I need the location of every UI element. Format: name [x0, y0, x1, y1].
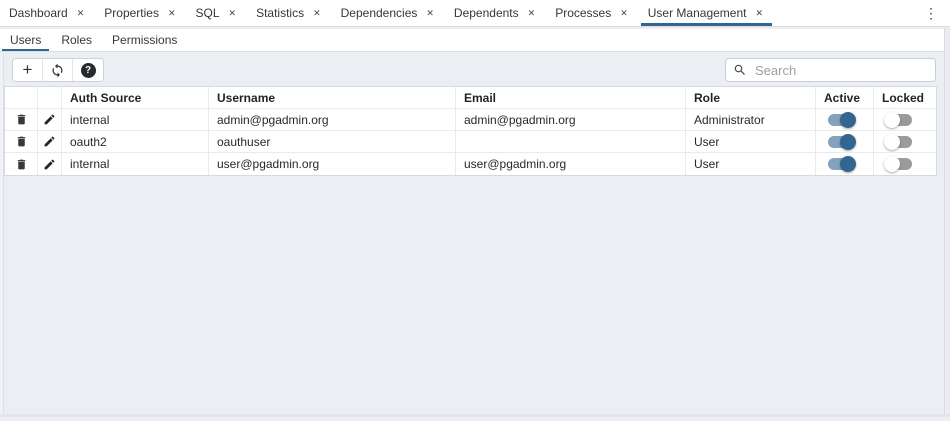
- cell-locked: [874, 153, 936, 175]
- help-button[interactable]: ?: [73, 59, 103, 81]
- table-row: internal user@pgadmin.org user@pgadmin.o…: [5, 153, 936, 175]
- trash-icon: [15, 158, 28, 171]
- table-row: oauth2 oauthuser User: [5, 131, 936, 153]
- trash-icon: [15, 113, 28, 126]
- column-header-edit: [38, 87, 62, 108]
- cell-email: user@pgadmin.org: [456, 153, 686, 175]
- close-icon[interactable]: ✕: [753, 7, 765, 20]
- active-toggle[interactable]: [826, 156, 856, 172]
- users-table: Auth Source Username Email Role Active L…: [4, 86, 937, 176]
- cell-active: [816, 153, 874, 175]
- tab-label: Processes: [555, 6, 611, 20]
- tab-permissions[interactable]: Permissions: [102, 29, 187, 51]
- tab-label: Permissions: [112, 33, 177, 47]
- active-toggle[interactable]: [826, 134, 856, 150]
- column-header-email: Email: [456, 87, 686, 108]
- locked-toggle[interactable]: [884, 134, 914, 150]
- delete-user-button[interactable]: [5, 131, 38, 152]
- add-user-button[interactable]: +: [13, 59, 43, 81]
- refresh-icon: [50, 63, 65, 78]
- trash-icon: [15, 135, 28, 148]
- tab-sql[interactable]: SQL ✕: [187, 0, 248, 26]
- users-toolbar: + ?: [12, 58, 937, 82]
- cell-username: oauthuser: [209, 131, 456, 152]
- table-row: internal admin@pgadmin.org admin@pgadmin…: [5, 109, 936, 131]
- locked-toggle[interactable]: [884, 112, 914, 128]
- tab-label: SQL: [196, 6, 220, 20]
- panel-left-edge: [0, 54, 4, 414]
- search-box: [725, 58, 936, 82]
- close-icon[interactable]: ✕: [227, 7, 239, 20]
- tab-label: Dependents: [454, 6, 519, 20]
- column-header-auth-source: Auth Source: [62, 87, 209, 108]
- delete-user-button[interactable]: [5, 153, 38, 175]
- column-header-locked: Locked: [874, 87, 936, 108]
- cell-role: User: [686, 153, 816, 175]
- close-icon[interactable]: ✕: [311, 7, 323, 20]
- pencil-icon: [43, 135, 56, 148]
- toolbar-button-group: + ?: [12, 58, 104, 82]
- cell-locked: [874, 131, 936, 152]
- tab-properties[interactable]: Properties ✕: [95, 0, 186, 26]
- user-management-tabbar: Users Roles Permissions: [0, 29, 950, 52]
- tab-label: Dependencies: [341, 6, 418, 20]
- tab-user-management[interactable]: User Management ✕: [639, 0, 774, 26]
- tab-processes[interactable]: Processes ✕: [546, 0, 639, 26]
- search-icon: [733, 63, 747, 77]
- pencil-icon: [43, 113, 56, 126]
- users-panel: + ?: [0, 58, 950, 421]
- cell-username: admin@pgadmin.org: [209, 109, 456, 130]
- tab-label: User Management: [648, 6, 747, 20]
- tab-label: Statistics: [256, 6, 304, 20]
- cell-active: [816, 109, 874, 130]
- cell-locked: [874, 109, 936, 130]
- close-icon[interactable]: ✕: [424, 7, 436, 20]
- close-icon[interactable]: ✕: [166, 7, 178, 20]
- plus-icon: +: [23, 61, 33, 78]
- delete-user-button[interactable]: [5, 109, 38, 130]
- tab-dependencies[interactable]: Dependencies ✕: [332, 0, 445, 26]
- tab-label: Dashboard: [9, 6, 68, 20]
- cell-username: user@pgadmin.org: [209, 153, 456, 175]
- tab-roles[interactable]: Roles: [51, 29, 102, 51]
- tab-dashboard[interactable]: Dashboard ✕: [0, 0, 95, 26]
- tab-label: Roles: [61, 33, 92, 47]
- close-icon[interactable]: ✕: [618, 7, 630, 20]
- active-toggle[interactable]: [826, 112, 856, 128]
- edit-user-button[interactable]: [38, 153, 62, 175]
- more-options-icon[interactable]: ⋮: [924, 4, 938, 22]
- tab-label: Users: [10, 33, 41, 47]
- editor-tabbar: Dashboard ✕ Properties ✕ SQL ✕ Statistic…: [0, 0, 950, 27]
- search-input[interactable]: [753, 62, 928, 79]
- locked-toggle[interactable]: [884, 156, 914, 172]
- refresh-button[interactable]: [43, 59, 73, 81]
- close-icon[interactable]: ✕: [526, 7, 538, 20]
- edit-user-button[interactable]: [38, 131, 62, 152]
- help-icon: ?: [81, 63, 96, 78]
- table-header-row: Auth Source Username Email Role Active L…: [5, 87, 936, 109]
- column-header-delete: [5, 87, 38, 108]
- column-header-username: Username: [209, 87, 456, 108]
- edit-user-button[interactable]: [38, 109, 62, 130]
- tab-statistics[interactable]: Statistics ✕: [247, 0, 332, 26]
- close-icon[interactable]: ✕: [75, 7, 87, 20]
- scrollbar-track: [944, 28, 950, 417]
- tab-dependents[interactable]: Dependents ✕: [445, 0, 546, 26]
- column-header-role: Role: [686, 87, 816, 108]
- tab-users[interactable]: Users: [0, 29, 51, 51]
- cell-email: [456, 131, 686, 152]
- cell-role: Administrator: [686, 109, 816, 130]
- cell-email: admin@pgadmin.org: [456, 109, 686, 130]
- cell-auth-source: internal: [62, 109, 209, 130]
- pencil-icon: [43, 158, 56, 171]
- user-management-window: Dashboard ✕ Properties ✕ SQL ✕ Statistic…: [0, 0, 950, 417]
- cell-role: User: [686, 131, 816, 152]
- column-header-active: Active: [816, 87, 874, 108]
- cell-auth-source: internal: [62, 153, 209, 175]
- cell-auth-source: oauth2: [62, 131, 209, 152]
- cell-active: [816, 131, 874, 152]
- tab-label: Properties: [104, 6, 159, 20]
